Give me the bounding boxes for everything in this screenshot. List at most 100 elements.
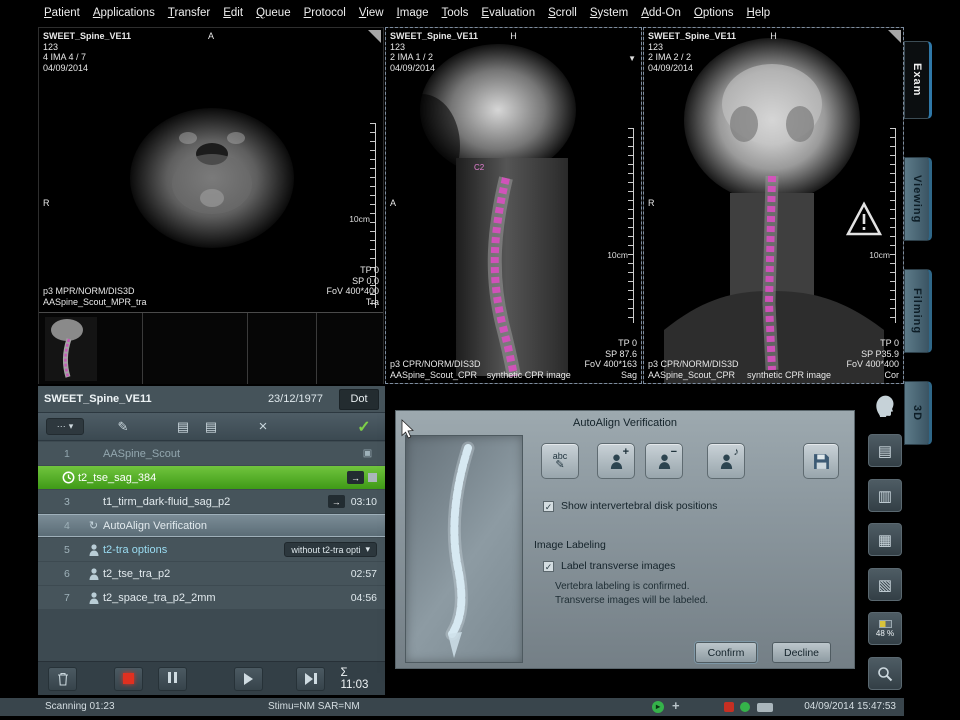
menu-scroll[interactable]: Scroll bbox=[548, 7, 577, 19]
labeling-note-line1: Vertebra labeling is confirmed. bbox=[555, 581, 690, 592]
patient-name: SWEET_Spine_VE11 bbox=[44, 393, 268, 405]
corner-fold-icon[interactable] bbox=[888, 30, 901, 43]
pause-button[interactable] bbox=[158, 667, 187, 691]
viewport-coronal[interactable]: SWEET_Spine_VE11 123 2 IMA 2 / 2 04/09/2… bbox=[643, 27, 904, 384]
protocol-name: t1_tirm_dark-fluid_sag_p2 bbox=[103, 496, 328, 508]
menu-view[interactable]: View bbox=[359, 7, 384, 19]
sound-icon: ♪ bbox=[734, 446, 740, 458]
crosshair-icon[interactable]: + bbox=[672, 698, 680, 713]
scan-transport-bar: Σ 11:03 bbox=[38, 661, 385, 695]
announce-button[interactable]: ♪ bbox=[707, 443, 745, 479]
skip-button[interactable] bbox=[296, 667, 325, 691]
play-button[interactable] bbox=[234, 667, 263, 691]
menu-options[interactable]: Options bbox=[694, 7, 734, 19]
menu-protocol[interactable]: Protocol bbox=[304, 7, 346, 19]
page-icon: ▣ bbox=[358, 448, 377, 459]
menu-queue[interactable]: Queue bbox=[256, 7, 291, 19]
synthetic-image-label: synthetic CPR image bbox=[487, 370, 571, 381]
edit-protocol-button[interactable]: ✎ bbox=[112, 417, 134, 437]
image-header-text: SWEET_Spine_VE11 123 2 IMA 2 / 2 04/09/2… bbox=[648, 31, 736, 73]
magnifier-button[interactable] bbox=[868, 657, 902, 690]
scale-label: 10cm bbox=[869, 250, 890, 260]
person-icon bbox=[610, 454, 623, 469]
view-selector-dropdown[interactable]: ⋯ ▾ bbox=[46, 418, 84, 435]
apply-button[interactable]: ✓ bbox=[353, 417, 375, 437]
protocol-row-autoalign-verification[interactable]: 4 ↻ AutoAlign Verification bbox=[38, 514, 385, 537]
protocol-row-t2-tse-tra[interactable]: 6 t2_tse_tra_p2 02:57 bbox=[38, 562, 385, 585]
record-button[interactable] bbox=[114, 667, 143, 691]
film-cell-2[interactable] bbox=[143, 313, 248, 384]
dropdown-value: without t2-tra opti bbox=[291, 545, 360, 555]
viewport-sagittal[interactable]: C2 ▼ SWEET_Spine_VE11 123 2 IMA 1 / 2 04… bbox=[385, 27, 642, 384]
decline-button[interactable]: Decline bbox=[772, 642, 831, 663]
menu-applications[interactable]: Applications bbox=[93, 7, 155, 19]
corner-fold-icon[interactable] bbox=[368, 30, 381, 43]
scale-ruler bbox=[890, 128, 896, 323]
menu-transfer[interactable]: Transfer bbox=[168, 7, 210, 19]
system-go-icon[interactable]: ▸ bbox=[652, 701, 664, 713]
scale-ruler bbox=[628, 128, 634, 323]
row-number: 6 bbox=[64, 568, 84, 580]
segment-layout-button[interactable]: ▧ bbox=[868, 568, 902, 601]
show-disk-positions-checkbox[interactable]: ✓ bbox=[543, 501, 554, 512]
grid-layout-button[interactable]: ▦ bbox=[868, 523, 902, 556]
viewport-axial[interactable]: SWEET_Spine_VE11 123 4 IMA 4 / 7 04/09/2… bbox=[38, 27, 384, 384]
scroll-down-icon[interactable]: ▼ bbox=[628, 54, 636, 63]
dialog-title[interactable]: AutoAlign Verification bbox=[396, 411, 854, 429]
confirm-button[interactable]: Confirm bbox=[695, 642, 757, 663]
protocol-row-t2-tra-options[interactable]: 5 t2-tra options without t2-tra opti ▾ bbox=[38, 538, 385, 561]
menu-system[interactable]: System bbox=[590, 7, 628, 19]
copy-button[interactable]: ▤ bbox=[172, 417, 194, 437]
gradient-load-indicator[interactable]: 48 % bbox=[868, 612, 902, 645]
label-transverse-checkbox[interactable]: ✓ bbox=[543, 561, 554, 572]
image-footer-left: p3 CPR/NORM/DIS3D AASpine_Scout_CPR bbox=[390, 359, 481, 380]
menu-tools[interactable]: Tools bbox=[442, 7, 469, 19]
film-cell-1[interactable] bbox=[39, 313, 143, 384]
patient-table-button[interactable]: ▥ bbox=[868, 479, 902, 512]
protocol-row-aaspine-scout[interactable]: 1 AASpine_Scout ▣ bbox=[38, 442, 385, 465]
pencil-icon: ✎ bbox=[555, 461, 564, 470]
keyboard-icon[interactable] bbox=[757, 703, 773, 712]
label-edit-button[interactable]: abc ✎ bbox=[541, 443, 579, 479]
patient-birthdate: 23/12/1977 bbox=[268, 393, 323, 405]
menu-evaluation[interactable]: Evaluation bbox=[481, 7, 535, 19]
close-icon: × bbox=[259, 418, 268, 435]
scale-label: 10cm bbox=[607, 250, 628, 260]
tab-viewing[interactable]: Viewing bbox=[904, 157, 932, 241]
protocol-row-t2-tse-sag[interactable]: t2_tse_sag_384 → bbox=[38, 466, 385, 489]
film-cell-3[interactable] bbox=[248, 313, 317, 384]
tab-filming[interactable]: Filming bbox=[904, 269, 932, 353]
image-footer-left: p3 MPR/NORM/DIS3D AASpine_Scout_MPR_tra bbox=[43, 286, 147, 307]
show-disk-positions-label: Show intervertebral disk positions bbox=[561, 500, 717, 512]
row-number: 1 bbox=[64, 448, 84, 460]
tab-exam[interactable]: Exam bbox=[904, 41, 932, 119]
rotate-icon: ↻ bbox=[84, 519, 103, 532]
t2-tra-options-dropdown[interactable]: without t2-tra opti ▾ bbox=[284, 542, 377, 557]
protocol-row-t2-space-tra[interactable]: 7 t2_space_tra_p2_2mm 04:56 bbox=[38, 586, 385, 609]
pencil-icon: ✎ bbox=[118, 419, 129, 435]
label-transverse-label: Label transverse images bbox=[561, 560, 675, 572]
orientation-label-top: H bbox=[510, 31, 517, 41]
copy-alt-button[interactable]: ▤ bbox=[200, 417, 222, 437]
arrow-icon: → bbox=[332, 497, 341, 507]
image-stack-button[interactable]: ▤ bbox=[868, 434, 902, 467]
patient-head-button[interactable] bbox=[868, 388, 902, 421]
delete-step-button[interactable]: × bbox=[252, 417, 274, 437]
menu-image[interactable]: Image bbox=[397, 7, 429, 19]
menu-patient[interactable]: Patient bbox=[44, 7, 80, 19]
delete-queue-button[interactable] bbox=[48, 667, 77, 691]
menu-addon[interactable]: Add-On bbox=[641, 7, 681, 19]
image-footer-right: TP 0 SP 87.6 FoV 400*163 Sag bbox=[584, 338, 637, 380]
caret-down-icon: ▾ bbox=[365, 544, 370, 555]
film-cell-4[interactable] bbox=[317, 313, 383, 384]
protocol-row-t1-tirm[interactable]: 3 t1_tirm_dark-fluid_sag_p2 → 03:10 bbox=[38, 490, 385, 513]
tab-3d[interactable]: 3D bbox=[904, 381, 932, 445]
system-datetime: 04/09/2014 15:47:53 bbox=[804, 701, 896, 712]
menu-edit[interactable]: Edit bbox=[223, 7, 243, 19]
add-vertebra-button[interactable]: + bbox=[597, 443, 635, 479]
dot-button[interactable]: Dot bbox=[339, 389, 379, 410]
save-button[interactable] bbox=[803, 443, 839, 479]
menu-help[interactable]: Help bbox=[747, 7, 771, 19]
spine-preview-panel bbox=[405, 435, 523, 663]
remove-vertebra-button[interactable]: − bbox=[645, 443, 683, 479]
